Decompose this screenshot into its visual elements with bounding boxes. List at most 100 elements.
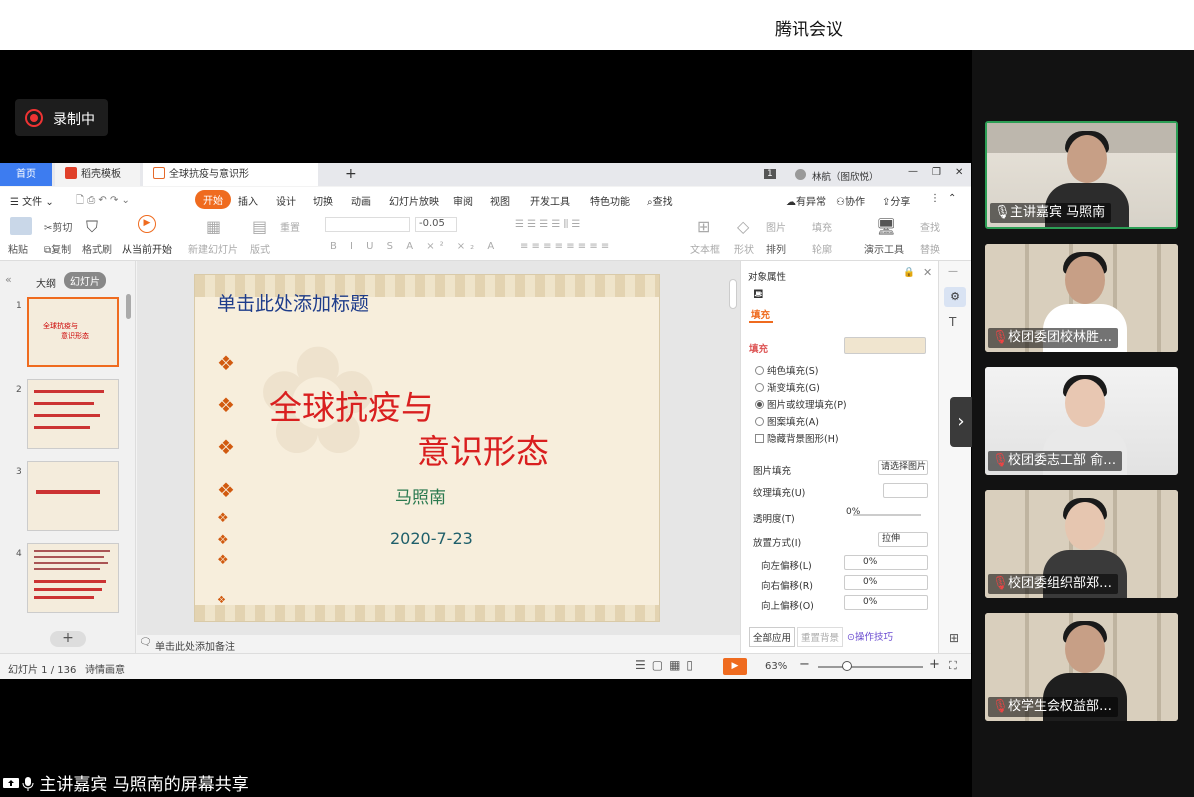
zoom-level[interactable]: 63% bbox=[765, 661, 787, 672]
tab-template[interactable]: 稻壳模板 bbox=[55, 163, 140, 186]
offset-left-input[interactable]: 0% bbox=[844, 555, 928, 570]
format-painter-button[interactable]: 格式刷 bbox=[82, 241, 112, 256]
menu-design[interactable]: 设计 bbox=[276, 193, 296, 208]
panel-toggle-icon[interactable]: — bbox=[948, 266, 958, 277]
chevron-right-icon[interactable]: › bbox=[950, 397, 972, 447]
menu-insert[interactable]: 插入 bbox=[238, 193, 258, 208]
user-avatar[interactable] bbox=[795, 169, 806, 180]
menu-special[interactable]: 特色功能 bbox=[590, 193, 630, 208]
reset-background-button[interactable]: 重置背景 bbox=[797, 627, 844, 647]
restore-icon[interactable]: ❐ bbox=[932, 167, 941, 178]
minimize-icon[interactable]: — bbox=[908, 166, 918, 177]
layout-button[interactable]: 版式 bbox=[250, 241, 270, 256]
user-name[interactable]: 林航（图欣悦） bbox=[812, 169, 879, 183]
zoom-in-icon[interactable]: + bbox=[929, 657, 940, 672]
zoom-slider[interactable] bbox=[818, 666, 923, 668]
quick-access-icons[interactable]: 🗋 ⎙ ↶ ↷ ⌄ bbox=[76, 193, 130, 210]
list-buttons[interactable]: ☰ ☰ ☰ ☰ ⫼ ☰ bbox=[515, 219, 580, 230]
window-close-icon[interactable]: ✕ bbox=[955, 167, 963, 178]
slides-scrollbar[interactable] bbox=[126, 294, 131, 319]
tips-link[interactable]: ⊙操作技巧 bbox=[847, 629, 893, 643]
text-format-buttons[interactable]: B I U S A ×² ×₂ A bbox=[330, 241, 499, 252]
slide-author[interactable]: 马照南 bbox=[395, 483, 446, 508]
new-tab-icon[interactable]: + bbox=[345, 166, 357, 182]
drawing-tools-button[interactable]: 演示工具 bbox=[864, 241, 904, 256]
participant-tile[interactable]: 🎙校团委志工部 俞… bbox=[985, 367, 1178, 475]
radio-solid[interactable]: 纯色填充(S) bbox=[755, 363, 818, 377]
slides-tab[interactable]: 幻灯片 bbox=[64, 272, 106, 289]
menu-file[interactable]: ☰ 文件 ⌄ bbox=[10, 193, 54, 208]
paste-button[interactable]: 粘贴 bbox=[8, 241, 28, 256]
menu-start[interactable]: 开始 bbox=[195, 190, 231, 209]
fill-preview-select[interactable] bbox=[844, 337, 926, 354]
from-current-button[interactable]: 从当前开始 bbox=[122, 241, 172, 256]
menu-animation[interactable]: 动画 bbox=[351, 193, 371, 208]
view-mode-icons[interactable]: ☰▢▦▯ bbox=[635, 658, 699, 672]
add-slide-button[interactable]: + bbox=[50, 631, 86, 647]
transparency-slider[interactable] bbox=[853, 514, 921, 516]
apply-all-button[interactable]: 全部应用 bbox=[749, 627, 796, 647]
collapse-ribbon-icon[interactable]: ⌃ bbox=[948, 193, 956, 204]
participant-tile[interactable]: 🎙校团委组织部郑… bbox=[985, 490, 1178, 598]
menu-slideshow[interactable]: 幻灯片放映 bbox=[389, 193, 439, 208]
reset-button[interactable]: 重置 bbox=[280, 219, 300, 234]
pic-fill-select[interactable]: 请选择图片 bbox=[878, 460, 928, 475]
replace-button[interactable]: 替换 bbox=[920, 241, 940, 256]
menu-unsaved[interactable]: ☁有异常 bbox=[786, 193, 826, 208]
participant-tile[interactable]: 🎙校团委团校林胜… bbox=[985, 244, 1178, 352]
recording-indicator[interactable]: 录制中 bbox=[15, 99, 108, 136]
properties-icon[interactable]: ⚙ bbox=[944, 287, 966, 307]
slide-thumbnail-4[interactable] bbox=[27, 543, 119, 613]
format-painter-icon[interactable]: ⛉ bbox=[86, 217, 98, 237]
play-from-current-icon[interactable]: ▶ bbox=[138, 215, 156, 233]
picture-button[interactable]: 图片 bbox=[766, 219, 786, 234]
radio-pattern[interactable]: 图案填充(A) bbox=[755, 414, 819, 428]
panel-header[interactable]: 对象属性 bbox=[748, 269, 786, 283]
text-icon[interactable]: T bbox=[949, 315, 956, 329]
outline-button[interactable]: 轮廓 bbox=[812, 241, 832, 256]
tab-document[interactable]: 全球抗疫与意识形态.ppt⊙✕ bbox=[143, 163, 318, 203]
collapse-panel-icon[interactable]: « bbox=[5, 273, 12, 286]
new-slide-button[interactable]: 新建幻灯片 bbox=[188, 241, 238, 256]
font-name-select[interactable] bbox=[325, 217, 410, 232]
menu-review[interactable]: 审阅 bbox=[453, 193, 473, 208]
slide-thumbnail-2[interactable] bbox=[27, 379, 119, 449]
align-buttons[interactable]: ≡ ≡ ≡ ≡ ≡ ≡ ≡ ≡ bbox=[520, 241, 609, 252]
radio-gradient[interactable]: 渐变填充(G) bbox=[755, 380, 820, 394]
menu-search[interactable]: ⌕查找 bbox=[647, 193, 673, 208]
slide-thumbnail-1[interactable]: 全球抗疫与 意识形态 bbox=[27, 297, 119, 367]
checkbox-hide-bg[interactable]: 隐藏背景图形(H) bbox=[755, 431, 839, 445]
textbox-button[interactable]: 文本框 bbox=[690, 241, 720, 256]
slide-title-line1[interactable]: 全球抗疫与 bbox=[269, 381, 434, 429]
slide-date[interactable]: 2020-7-23 bbox=[390, 529, 473, 548]
menu-dev[interactable]: 开发工具 bbox=[530, 193, 570, 208]
font-size-select[interactable]: -0.05 bbox=[415, 217, 457, 232]
tab-home[interactable]: 首页 bbox=[0, 163, 52, 186]
slide-thumbnail-3[interactable] bbox=[27, 461, 119, 531]
shape-button[interactable]: 形状 bbox=[734, 241, 754, 256]
menu-collab[interactable]: ⚇协作 bbox=[836, 193, 865, 208]
play-slideshow-button[interactable]: ▶ bbox=[723, 658, 747, 675]
paste-icon[interactable] bbox=[10, 217, 32, 235]
arrange-button[interactable]: 排列 bbox=[766, 241, 786, 256]
fit-window-icon[interactable]: ⛶ bbox=[949, 659, 957, 673]
canvas-scrollbar[interactable] bbox=[729, 279, 737, 309]
more-icon[interactable]: ⋮ bbox=[930, 193, 940, 204]
fill-bucket-icon[interactable]: ⛾ bbox=[753, 287, 764, 304]
menu-view[interactable]: 视图 bbox=[490, 193, 510, 208]
zoom-slider-thumb[interactable] bbox=[842, 661, 852, 671]
current-slide[interactable]: ✿ 单击此处添加标题 ❖ ❖ ❖ ❖ ❖ ❖ ❖ ❖ 全球抗疫与 意识形态 马照… bbox=[194, 274, 660, 622]
tab-fill[interactable]: 填充 bbox=[751, 307, 770, 321]
fill-button[interactable]: 填充 bbox=[812, 219, 832, 234]
menu-transition[interactable]: 切换 bbox=[313, 193, 333, 208]
menu-share[interactable]: ⇪分享 bbox=[882, 193, 910, 208]
place-select[interactable]: 拉伸 bbox=[878, 532, 928, 547]
find-button[interactable]: 查找 bbox=[920, 219, 940, 234]
offset-right-input[interactable]: 0% bbox=[844, 575, 928, 590]
cut-button[interactable]: ✂剪切 bbox=[44, 219, 72, 234]
lock-icon[interactable]: 🔒 bbox=[903, 267, 915, 278]
grid-icon[interactable]: ⊞ bbox=[949, 631, 959, 645]
texture-fill-select[interactable] bbox=[883, 483, 928, 498]
slide-title-line2[interactable]: 意识形态 bbox=[417, 425, 549, 473]
copy-button[interactable]: ⧉复制 bbox=[44, 241, 71, 256]
